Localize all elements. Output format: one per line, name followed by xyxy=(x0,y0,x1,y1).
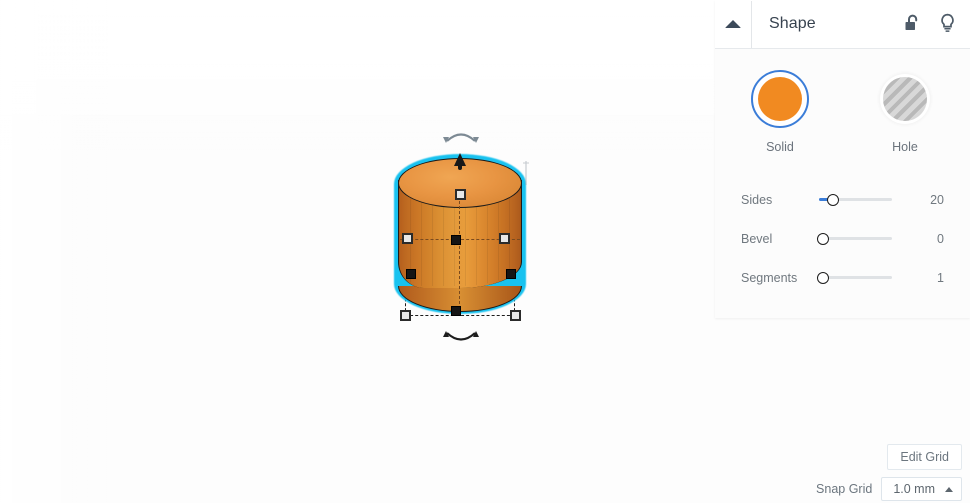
mode-label-hole: Hole xyxy=(892,140,918,154)
shape-mode-selector: Solid Hole xyxy=(715,49,970,154)
mode-label-solid: Solid xyxy=(766,140,794,154)
slider-track-bevel xyxy=(819,237,892,240)
snap-grid-value: 1.0 mm xyxy=(893,482,935,496)
hole-swatch-ring xyxy=(876,70,934,128)
solid-swatch-ring xyxy=(751,70,809,128)
slider-track-segments xyxy=(819,276,892,279)
slider-segments[interactable] xyxy=(817,270,910,286)
slider-value-segments: 1 xyxy=(937,270,944,285)
slider-sides[interactable] xyxy=(819,192,910,208)
panel-header: Shape xyxy=(715,0,970,49)
hole-swatch-icon xyxy=(883,77,927,121)
unlock-button[interactable] xyxy=(904,14,921,34)
slider-knob-bevel[interactable] xyxy=(817,232,829,245)
shape-inspector-panel: Shape Solid Hole Sides 20 Bevel 0 Segmen… xyxy=(715,0,970,318)
mode-option-hole[interactable]: Hole xyxy=(870,70,940,154)
slider-value-sides: 20 xyxy=(930,192,944,207)
snap-grid-label: Snap Grid xyxy=(816,482,873,496)
lightbulb-icon xyxy=(941,13,954,32)
edit-grid-button[interactable]: Edit Grid xyxy=(887,444,962,470)
unlock-icon xyxy=(905,14,918,30)
slider-row-sides: Sides 20 xyxy=(715,180,970,219)
panel-title: Shape xyxy=(769,15,816,32)
triangle-up-icon xyxy=(725,20,741,28)
slider-value-bevel: 0 xyxy=(937,231,944,246)
solid-swatch-icon xyxy=(758,77,802,121)
slider-label-sides: Sides xyxy=(741,192,773,207)
tinkercad-editor: Shape Solid Hole Sides 20 Bevel 0 Segmen… xyxy=(0,0,970,503)
slider-bevel[interactable] xyxy=(817,231,910,247)
panel-collapse-button[interactable] xyxy=(715,0,752,48)
lightbulb-button[interactable] xyxy=(939,13,956,34)
slider-row-bevel: Bevel 0 xyxy=(715,219,970,258)
shape-parameter-sliders: Sides 20 Bevel 0 Segments 1 xyxy=(715,180,970,297)
snap-grid-dropdown[interactable]: 1.0 mm xyxy=(881,477,962,501)
snap-grid-control: Snap Grid 1.0 mm xyxy=(816,477,962,501)
slider-row-segments: Segments 1 xyxy=(715,258,970,297)
slider-label-bevel: Bevel xyxy=(741,231,773,246)
panel-header-icons xyxy=(904,0,956,47)
triangle-up-icon xyxy=(945,486,953,492)
slider-label-segments: Segments xyxy=(741,270,798,285)
mode-option-solid[interactable]: Solid xyxy=(745,70,815,154)
slider-knob-sides[interactable] xyxy=(827,193,839,206)
slider-knob-segments[interactable] xyxy=(817,271,829,284)
